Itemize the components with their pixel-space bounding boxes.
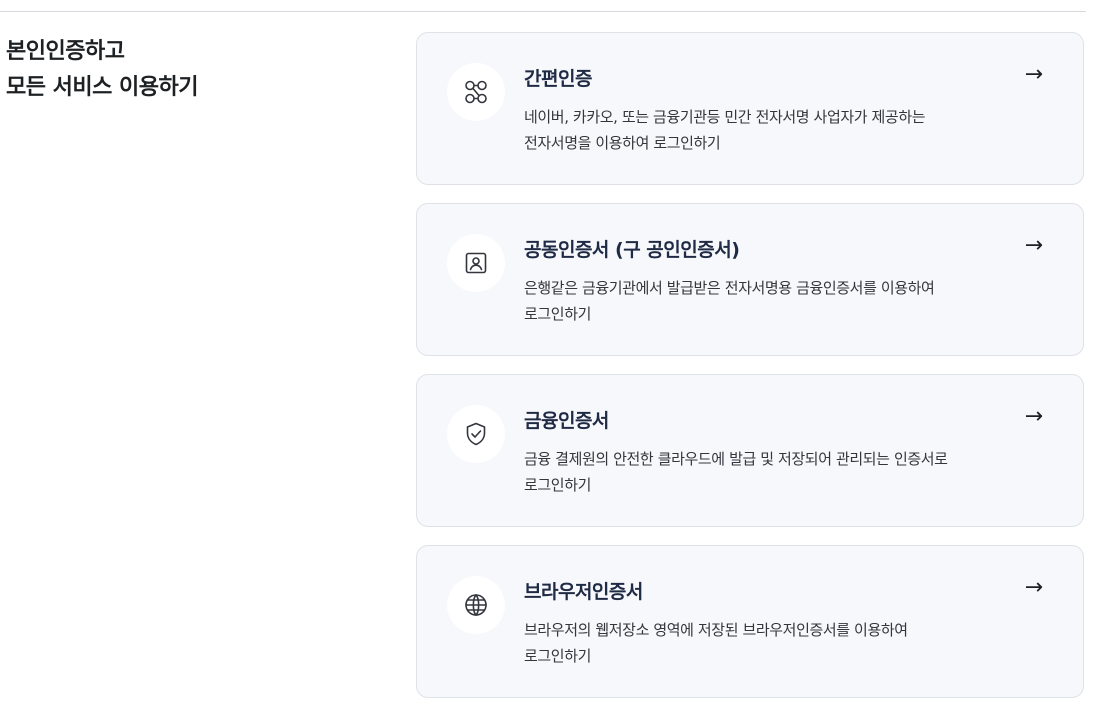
section-title: 본인인증하고 모든 서비스 이용하기 [6, 34, 198, 106]
card-icon-circle [447, 63, 505, 121]
card-description: 브라우저의 웹저장소 영역에 저장된 브라우저인증서를 이용하여 로그인하기 [524, 617, 994, 669]
card-description-line2: 로그인하기 [524, 305, 592, 323]
card-description-line1: 금융 결제원의 안전한 클라우드에 발급 및 저장되어 관리되는 인증서로 [524, 450, 948, 468]
card-icon-circle [447, 234, 505, 292]
section-title-line2: 모든 서비스 이용하기 [6, 75, 198, 100]
globe-icon [465, 594, 487, 616]
card-title: 간편인증 [524, 68, 592, 90]
link-nodes-icon [465, 80, 487, 104]
card-title: 공동인증서 (구 공인인증서) [524, 239, 740, 261]
card-description-line2: 로그인하기 [524, 476, 592, 494]
card-description-line1: 은행같은 금융기관에서 발급받은 전자서명용 금융인증서를 이용하여 [524, 279, 935, 297]
id-card-icon [465, 252, 487, 274]
arrow-right-icon: → [1024, 62, 1043, 87]
card-description: 네이버, 카카오, 또는 금융기관등 민간 전자서명 사업자가 제공하는 전자서… [524, 104, 994, 156]
arrow-right-icon: → [1024, 233, 1043, 258]
card-browser-certificate[interactable]: 브라우저인증서 브라우저의 웹저장소 영역에 저장된 브라우저인증서를 이용하여… [416, 545, 1084, 698]
card-description-line1: 네이버, 카카오, 또는 금융기관등 민간 전자서명 사업자가 제공하는 [524, 108, 926, 126]
top-divider [0, 11, 1086, 12]
shield-check-icon [466, 422, 486, 446]
section-title-line1: 본인인증하고 [6, 39, 125, 64]
card-description-line2: 로그인하기 [524, 647, 592, 665]
card-description: 금융 결제원의 안전한 클라우드에 발급 및 저장되어 관리되는 인증서로 로그… [524, 446, 994, 498]
card-financial-certificate[interactable]: 금융인증서 금융 결제원의 안전한 클라우드에 발급 및 저장되어 관리되는 인… [416, 374, 1084, 527]
card-joint-certificate[interactable]: 공동인증서 (구 공인인증서) 은행같은 금융기관에서 발급받은 전자서명용 금… [416, 203, 1084, 356]
arrow-right-icon: → [1024, 575, 1043, 600]
card-description: 은행같은 금융기관에서 발급받은 전자서명용 금융인증서를 이용하여 로그인하기 [524, 275, 994, 327]
card-simple-auth[interactable]: 간편인증 네이버, 카카오, 또는 금융기관등 민간 전자서명 사업자가 제공하… [416, 32, 1084, 185]
arrow-right-icon: → [1024, 404, 1043, 429]
card-description-line2: 전자서명을 이용하여 로그인하기 [524, 134, 721, 152]
card-title: 금융인증서 [524, 410, 609, 432]
card-title: 브라우저인증서 [524, 581, 643, 603]
card-icon-circle [447, 405, 505, 463]
card-description-line1: 브라우저의 웹저장소 영역에 저장된 브라우저인증서를 이용하여 [524, 621, 908, 639]
card-icon-circle [447, 576, 505, 634]
